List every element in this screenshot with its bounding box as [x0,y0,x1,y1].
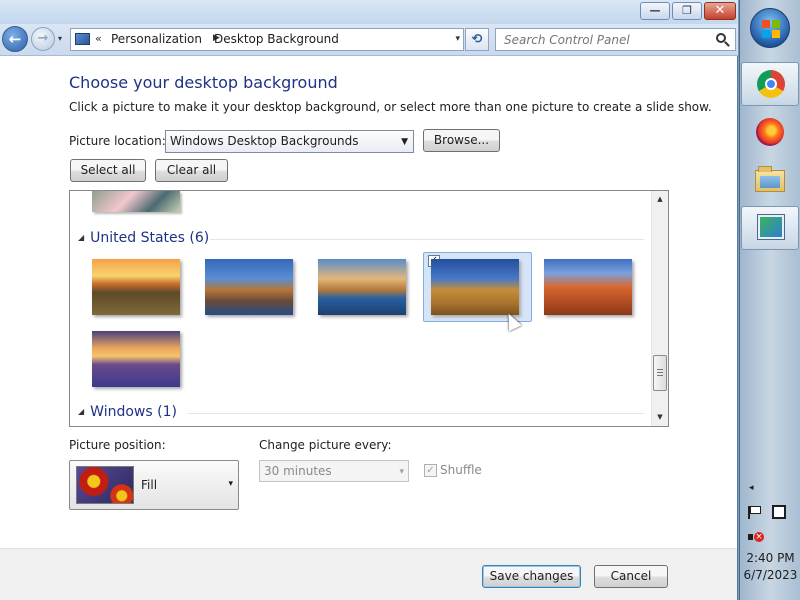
clear-all-button[interactable]: Clear all [155,159,228,182]
volume-muted-icon[interactable] [748,530,764,544]
minimize-button[interactable]: — [640,2,670,20]
title-bar[interactable]: — ❐ ✕ [0,0,738,24]
interval-value: 30 minutes [264,464,332,478]
chrome-icon [757,70,785,98]
group-title: United States (6) [90,230,210,246]
forward-button[interactable]: → [31,27,55,51]
start-button[interactable] [750,8,790,48]
navigation-bar: ← → ▾ « Personalization ▶ Desktop Backgr… [0,24,738,56]
position-preview-image [76,466,134,504]
chevron-down-icon: ▾ [399,467,404,477]
page-instructions: Click a picture to make it your desktop … [69,100,712,114]
firefox-icon [756,118,784,146]
thumbnail-red-rock-arch[interactable] [544,259,632,315]
picture-location-select[interactable]: Windows Desktop Backgrounds ▼ [165,130,414,153]
group-divider [210,239,644,240]
thumbnail-lighthouse-on-coast[interactable] [205,259,293,315]
collapse-icon[interactable]: ◢ [78,233,84,242]
taskbar-chrome[interactable] [741,62,799,106]
select-all-button[interactable]: Select all [70,159,146,182]
thumbnail-rock-in-water[interactable] [318,259,406,315]
windows-logo-icon [762,20,770,28]
picture-position-select[interactable]: Fill ▾ [69,460,239,510]
network-icon[interactable] [772,505,786,519]
picture-location-label: Picture location: [69,134,166,148]
group-header-united-states[interactable]: ◢ United States (6) [78,230,209,246]
save-changes-button[interactable]: Save changes [482,565,581,588]
maximize-icon: ❐ [682,4,692,17]
windows-logo-icon [772,30,780,38]
breadcrumb-desktop-background[interactable]: Desktop Background [214,32,339,46]
taskbar-explorer[interactable] [741,158,799,202]
control-panel-window: — ❐ ✕ ← → ▾ « Personalization ▶ Desktop … [0,0,738,600]
picture-thumbnail[interactable] [92,191,180,212]
thumbnail-lake-with-flowers[interactable] [92,331,180,387]
search-input[interactable] [495,28,736,51]
back-button[interactable]: ← [2,26,28,52]
breadcrumb-overflow-button[interactable]: « [95,32,102,45]
thumbnail-hay-bale-field[interactable] [431,259,519,315]
picture-position-label: Picture position: [69,438,166,452]
shuffle-label[interactable]: Shuffle [440,463,482,477]
collapse-icon[interactable]: ◢ [78,407,84,416]
chevron-down-icon: ▾ [228,479,233,489]
maximize-button[interactable]: ❐ [672,2,702,20]
refresh-button[interactable]: ⟲ [465,28,489,51]
explorer-icon [755,166,785,192]
clock-date[interactable]: 6/7/2023 [740,568,800,582]
change-picture-interval-select[interactable]: 30 minutes ▾ [259,460,409,482]
breadcrumb-personalization[interactable]: Personalization [111,32,202,46]
page-title: Choose your desktop background [69,73,338,92]
scroll-up-icon[interactable]: ▲ [652,191,668,208]
vertical-scrollbar[interactable]: ▲ ▼ [651,191,668,426]
control-panel-icon [75,33,90,45]
windows-logo-icon [772,20,780,28]
search-icon[interactable] [716,33,726,43]
taskbar-firefox[interactable] [741,110,799,154]
thumbnail-sunset-over-ranch[interactable] [92,259,180,315]
picture-list[interactable]: ◢United States (6) ✓ ◢Windows (1) ▲ ▼ [69,190,669,427]
picture-position-value: Fill [141,478,158,492]
close-icon: ✕ [714,3,726,18]
minimize-icon: — [649,4,661,17]
back-arrow-icon: ← [8,30,22,48]
chevron-down-icon: ▼ [401,137,408,147]
taskbar-control-panel[interactable] [741,206,799,250]
group-header-windows[interactable]: ◢ Windows (1) [78,404,177,420]
control-panel-icon [758,215,784,239]
browse-button[interactable]: Browse... [423,129,500,152]
action-center-flag-icon[interactable] [748,506,761,519]
close-button[interactable]: ✕ [704,2,736,20]
scroll-down-icon[interactable]: ▼ [652,409,668,426]
change-picture-label: Change picture every: [259,438,392,452]
address-dropdown-icon[interactable]: ▾ [455,34,460,44]
forward-arrow-icon: → [37,31,49,46]
grip-icon [657,369,663,376]
shuffle-checkbox[interactable]: ✓ [424,464,437,477]
address-bar[interactable]: « Personalization ▶ Desktop Background ▾ [70,28,464,51]
group-title: Windows (1) [90,404,177,420]
footer-bar: Save changes Cancel [0,548,737,600]
cancel-button[interactable]: Cancel [594,565,668,588]
scrollbar-thumb[interactable] [653,355,667,391]
picture-location-value: Windows Desktop Backgrounds [170,134,359,148]
taskbar: ◂ 2:40 PM 6/7/2023 [739,0,800,600]
show-hidden-icons-button[interactable]: ◂ [749,483,754,493]
recent-pages-dropdown[interactable]: ▾ [58,34,62,43]
group-divider [188,413,644,414]
windows-logo-icon [762,30,770,38]
clock-time[interactable]: 2:40 PM [740,551,800,565]
main-content: Choose your desktop background Click a p… [0,57,737,547]
